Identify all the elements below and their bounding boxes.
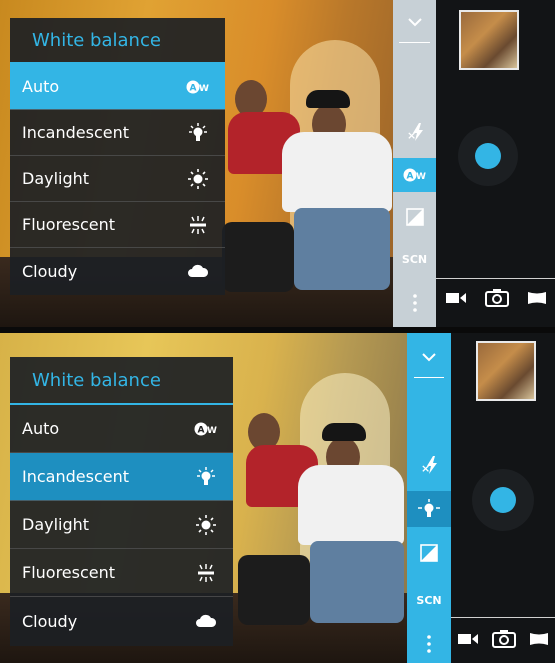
flash-auto-icon[interactable]: × xyxy=(393,115,436,149)
auto-wb-icon: AW xyxy=(193,418,219,440)
camera-icon[interactable] xyxy=(492,630,516,648)
wb-option-label: Daylight xyxy=(22,169,90,188)
video-icon[interactable] xyxy=(458,633,478,645)
control-panel xyxy=(436,0,555,327)
wb-option-auto[interactable]: Auto AW xyxy=(10,64,225,110)
exposure-icon[interactable] xyxy=(393,200,436,234)
flash-auto-icon[interactable]: × xyxy=(407,448,451,482)
svg-text:A: A xyxy=(406,172,413,182)
svg-text:W: W xyxy=(207,426,217,436)
wb-option-incandescent[interactable]: Incandescent xyxy=(10,110,225,156)
svg-text:W: W xyxy=(199,84,209,94)
wb-option-label: Incandescent xyxy=(22,123,129,142)
wb-option-cloudy[interactable]: Cloudy xyxy=(10,248,225,294)
auto-wb-icon: AW xyxy=(185,76,211,98)
last-photo-thumbnail[interactable] xyxy=(476,341,536,401)
camera-screen-top: White balance Auto AW Incandescent Dayli… xyxy=(0,0,555,327)
last-photo-thumbnail[interactable] xyxy=(459,10,519,70)
incandescent-icon xyxy=(185,122,211,144)
chevron-down-icon[interactable] xyxy=(407,343,451,371)
white-balance-menu: White balance Auto AW Incandescent Dayli… xyxy=(10,18,225,295)
fluorescent-icon xyxy=(185,214,211,236)
shutter-button[interactable] xyxy=(490,487,516,513)
exposure-icon[interactable] xyxy=(407,536,451,570)
wb-option-auto[interactable]: Auto AW xyxy=(10,405,233,453)
white-balance-menu: White balance Auto AW Incandescent Dayli… xyxy=(10,357,233,646)
wb-option-label: Incandescent xyxy=(22,467,129,486)
cap xyxy=(322,423,366,441)
menu-title: White balance xyxy=(10,357,233,405)
white-balance-setting[interactable] xyxy=(407,491,451,527)
panorama-icon[interactable] xyxy=(527,292,546,304)
scene-mode-button[interactable]: SCN xyxy=(393,245,436,273)
shutter-button[interactable] xyxy=(475,143,501,169)
mode-switcher xyxy=(436,286,555,310)
wb-option-label: Auto xyxy=(22,77,60,96)
settings-strip: × SCN xyxy=(407,333,451,663)
person-white-shirt xyxy=(282,132,392,212)
svg-text:A: A xyxy=(198,425,205,435)
wb-option-daylight[interactable]: Daylight xyxy=(10,501,233,549)
cloudy-icon xyxy=(185,260,211,282)
more-icon[interactable] xyxy=(407,630,451,658)
svg-text:W: W xyxy=(416,172,426,182)
wb-option-label: Cloudy xyxy=(22,261,78,281)
camera-icon[interactable] xyxy=(484,289,509,307)
more-icon[interactable] xyxy=(393,288,436,318)
scene-mode-button[interactable]: SCN xyxy=(407,586,451,614)
daylight-icon xyxy=(193,514,219,536)
fluorescent-icon xyxy=(193,562,219,584)
wb-option-label: Cloudy xyxy=(22,611,78,631)
person-white-shirt xyxy=(298,465,404,545)
svg-text:A: A xyxy=(190,83,197,93)
wb-option-fluorescent[interactable]: Fluorescent xyxy=(10,202,225,248)
menu-title: White balance xyxy=(10,18,225,64)
video-camera xyxy=(238,555,310,625)
person-jeans xyxy=(294,208,390,290)
camera-screen-bottom: White balance Auto AW Incandescent Dayli… xyxy=(0,333,555,663)
video-icon[interactable] xyxy=(445,292,466,304)
wb-option-fluorescent[interactable]: Fluorescent xyxy=(10,549,233,597)
white-balance-setting[interactable]: AW xyxy=(393,158,436,192)
wb-option-cloudy[interactable]: Cloudy xyxy=(10,597,233,645)
chevron-down-icon[interactable] xyxy=(393,8,436,36)
incandescent-icon xyxy=(193,466,219,488)
video-camera xyxy=(222,222,294,292)
wb-option-label: Auto xyxy=(22,419,60,438)
mode-switcher xyxy=(451,627,555,651)
panorama-icon[interactable] xyxy=(530,633,548,645)
person-jeans xyxy=(310,541,404,623)
wb-option-incandescent[interactable]: Incandescent xyxy=(10,453,233,501)
wb-option-daylight[interactable]: Daylight xyxy=(10,156,225,202)
control-panel xyxy=(451,333,555,663)
wb-option-label: Daylight xyxy=(22,515,90,534)
cap xyxy=(306,90,350,108)
wb-option-label: Fluorescent xyxy=(22,215,116,234)
settings-strip: × AW SCN xyxy=(393,0,436,327)
cloudy-icon xyxy=(193,610,219,632)
daylight-icon xyxy=(185,168,211,190)
wb-option-label: Fluorescent xyxy=(22,563,116,582)
